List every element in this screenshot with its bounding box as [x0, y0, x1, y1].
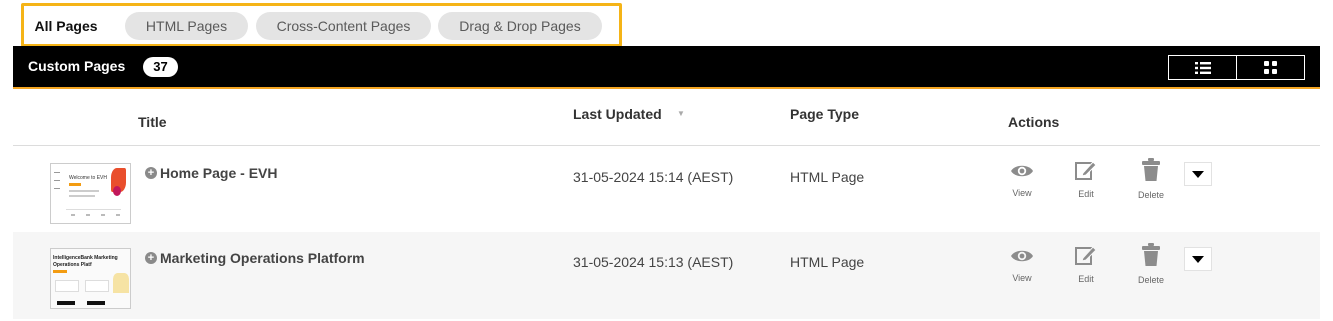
edit-icon	[1075, 246, 1097, 265]
grid-icon	[1264, 61, 1277, 74]
view-button[interactable]: View	[1002, 162, 1042, 198]
custom-pages-header: Custom Pages 37	[13, 46, 1320, 89]
trash-icon	[1142, 158, 1160, 181]
trash-icon	[1142, 243, 1160, 266]
page-title-link[interactable]: + Marketing Operations Platform	[145, 250, 365, 266]
row-title-text[interactable]: Marketing Operations Platform	[160, 250, 365, 266]
expand-plus-icon[interactable]: +	[145, 167, 157, 179]
last-updated-value: 31-05-2024 15:14 (AEST)	[573, 169, 734, 185]
caret-down-icon	[1192, 255, 1204, 263]
custom-pages-screen: All Pages HTML Pages Cross-Content Pages…	[0, 0, 1333, 321]
column-page-type[interactable]: Page Type	[790, 106, 859, 122]
list-icon	[1194, 61, 1211, 74]
last-updated-value: 31-05-2024 15:13 (AEST)	[573, 254, 734, 270]
page-count-badge: 37	[143, 57, 178, 77]
tab-all-pages[interactable]: All Pages	[30, 12, 102, 40]
column-actions: Actions	[1008, 114, 1060, 130]
sort-desc-icon[interactable]: ▼	[677, 109, 685, 118]
column-title[interactable]: Title	[138, 114, 167, 130]
page-thumbnail[interactable]: Welcome to EVH	[50, 163, 131, 224]
eye-icon	[1011, 165, 1033, 177]
edit-button[interactable]: Edit	[1066, 159, 1106, 199]
column-last-updated[interactable]: Last Updated	[573, 106, 662, 122]
expand-plus-icon[interactable]: +	[145, 252, 157, 264]
page-title-link[interactable]: + Home Page - EVH	[145, 165, 277, 181]
row-title-text[interactable]: Home Page - EVH	[160, 165, 277, 181]
edit-icon	[1075, 161, 1097, 180]
header-divider	[13, 145, 1320, 146]
delete-button[interactable]: Delete	[1131, 243, 1171, 285]
page-thumbnail[interactable]: IntelligenceBank Marketing Operations Pl…	[50, 248, 131, 309]
edit-button[interactable]: Edit	[1066, 244, 1106, 284]
page-title: Custom Pages	[28, 58, 126, 74]
tab-drag-drop-pages[interactable]: Drag & Drop Pages	[438, 12, 602, 40]
caret-down-icon	[1192, 170, 1204, 178]
tab-cross-content-pages[interactable]: Cross-Content Pages	[256, 12, 431, 40]
more-actions-dropdown[interactable]	[1184, 162, 1212, 186]
page-type-value: HTML Page	[790, 254, 865, 270]
more-actions-dropdown[interactable]	[1184, 247, 1212, 271]
page-type-value: HTML Page	[790, 169, 865, 185]
eye-icon	[1011, 250, 1033, 262]
grid-view-button[interactable]	[1236, 55, 1305, 80]
row-background	[13, 232, 1320, 319]
tab-html-pages[interactable]: HTML Pages	[125, 12, 248, 40]
list-view-button[interactable]	[1168, 55, 1237, 80]
delete-button[interactable]: Delete	[1131, 158, 1171, 200]
view-button[interactable]: View	[1002, 247, 1042, 283]
